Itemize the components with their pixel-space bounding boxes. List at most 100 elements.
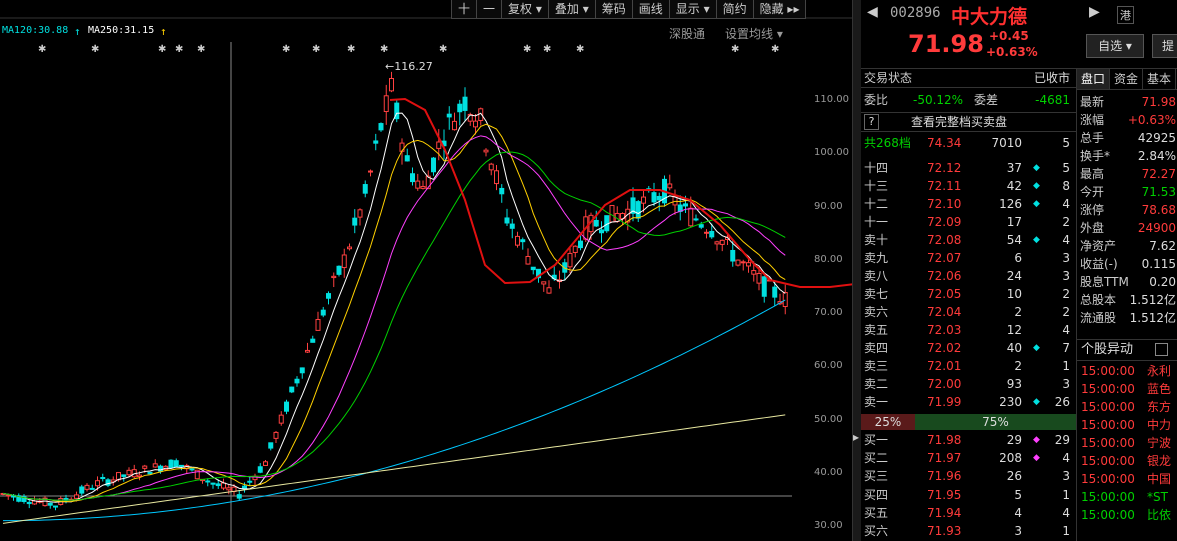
alert-time: 15:00:00 <box>1081 418 1135 432</box>
candle-body <box>714 241 720 245</box>
toolbar-crosshair-button[interactable]: 十 <box>451 0 478 19</box>
alert-row[interactable]: 15:00:00 银龙 <box>1077 452 1177 470</box>
ask-level-row[interactable]: 卖二 72.00 93 3 <box>861 375 1076 393</box>
tab-pankou[interactable]: 盘口 <box>1077 69 1111 89</box>
level-volume: 3 <box>1014 524 1022 538</box>
candle-body <box>268 442 274 449</box>
ask-level-row[interactable]: 卖五 72.03 12 4 <box>861 321 1076 339</box>
ask-level-row[interactable]: 卖四 72.02 40 ◆ 7 <box>861 339 1076 357</box>
candle-body <box>273 431 279 439</box>
bid-level-row[interactable]: 买一 71.98 29 ◆ 29 <box>861 431 1076 449</box>
candle-body <box>473 120 478 128</box>
candle-body <box>147 471 153 475</box>
bid-level-row[interactable]: 买五 71.94 4 4 <box>861 504 1076 522</box>
quote-label: 外盘 <box>1080 221 1105 235</box>
alert-row[interactable]: 15:00:00 永利 <box>1077 362 1177 380</box>
prev-stock-icon[interactable]: ◀ <box>867 4 878 20</box>
toolbar-chips-button[interactable]: 筹码 <box>594 0 633 19</box>
candle-body <box>751 270 757 275</box>
ask-level-row[interactable]: 卖三 72.01 2 1 <box>861 357 1076 375</box>
event-star-icon[interactable]: ✱ <box>158 44 166 55</box>
ask-level-row[interactable]: 卖一 71.99 230 ◆ 26 <box>861 393 1076 411</box>
quote-row: 股息TTM 0.20 <box>1077 273 1177 291</box>
alert-row[interactable]: 15:00:00 *ST <box>1077 488 1177 506</box>
kline-svg[interactable] <box>0 0 852 541</box>
candle-body <box>404 155 410 162</box>
event-star-icon[interactable]: ✱ <box>576 44 584 55</box>
wb-label: 委比 <box>864 93 889 107</box>
ask-level-row[interactable]: 十三 72.11 42 ◆ 8 <box>861 177 1076 195</box>
event-star-icon[interactable]: ✱ <box>439 44 447 55</box>
toolbar-adjust-button[interactable]: 复权 ▾ <box>501 0 549 19</box>
alerts-checkbox[interactable] <box>1155 343 1168 356</box>
ma-settings-button[interactable]: 设置均线 ▾ <box>725 25 783 42</box>
ask-level-row[interactable]: 卖六 72.04 2 2 <box>861 303 1076 321</box>
candle-body <box>452 120 457 131</box>
ask-level-row[interactable]: 卖七 72.05 10 2 <box>861 285 1076 303</box>
full-depth-row[interactable]: ? 查看完整档买卖盘 <box>861 112 1076 132</box>
ask-level-row[interactable]: 卖十 72.08 54 ◆ 4 <box>861 231 1076 249</box>
market-tag[interactable]: 港 <box>1117 6 1134 24</box>
level-label: 十一 <box>864 215 889 229</box>
event-star-icon[interactable]: ✱ <box>282 44 290 55</box>
event-star-icon[interactable]: ✱ <box>731 44 739 55</box>
next-stock-icon[interactable]: ▶ <box>1089 4 1100 20</box>
alert-time: 15:00:00 <box>1081 454 1135 468</box>
event-star-icon[interactable]: ✱ <box>38 44 46 55</box>
alert-text: 东方 <box>1147 400 1172 414</box>
tab-basic[interactable]: 基本 <box>1143 69 1177 89</box>
toolbar-hide-button[interactable]: 隐藏 ▸▸ <box>752 0 807 19</box>
extra-button[interactable]: 提 <box>1152 34 1177 58</box>
level-price: 72.05 <box>927 287 962 301</box>
bid-level-row[interactable]: 买六 71.93 3 1 <box>861 522 1076 540</box>
alert-row[interactable]: 15:00:00 比依 <box>1077 506 1177 524</box>
quote-label: 股息TTM <box>1080 275 1129 289</box>
watchlist-button[interactable]: 自选 ▾ <box>1086 34 1144 58</box>
ask-level-row[interactable]: 卖八 72.06 24 3 <box>861 267 1076 285</box>
alert-row[interactable]: 15:00:00 东方 <box>1077 398 1177 416</box>
candle-body <box>357 209 363 218</box>
event-star-icon[interactable]: ✱ <box>312 44 320 55</box>
level-price: 72.01 <box>927 359 962 373</box>
ask-level-row[interactable]: 十四 72.12 37 ◆ 5 <box>861 159 1076 177</box>
alert-row[interactable]: 15:00:00 中力 <box>1077 416 1177 434</box>
toolbar-display-button[interactable]: 显示 ▾ <box>668 0 717 19</box>
event-star-icon[interactable]: ✱ <box>175 44 183 55</box>
toolbar-minus-button[interactable]: 一 <box>476 0 503 19</box>
candle-body <box>179 464 184 467</box>
event-star-icon[interactable]: ✱ <box>543 44 551 55</box>
ask-level-row[interactable]: 卖九 72.07 6 3 <box>861 249 1076 267</box>
candle-body <box>431 157 436 173</box>
bid-level-row[interactable]: 买二 71.97 208 ◆ 4 <box>861 449 1076 467</box>
kline-chart[interactable]: MA120:30.88 MA250:31.15 ↑ ↑ 十 一 复权 ▾ 叠加 … <box>0 0 852 541</box>
event-star-icon[interactable]: ✱ <box>380 44 388 55</box>
level-label: 买六 <box>864 524 889 538</box>
level-count: 8 <box>1062 179 1070 193</box>
trade-status-label: 交易状态 <box>864 71 913 85</box>
bid-level-row[interactable]: 买三 71.96 26 3 <box>861 467 1076 485</box>
quote-label: 换手* <box>1080 149 1111 163</box>
bid-level-row[interactable]: 买四 71.95 5 1 <box>861 486 1076 504</box>
event-star-icon[interactable]: ✱ <box>347 44 355 55</box>
full-depth-link[interactable]: 查看完整档买卖盘 <box>911 113 1007 131</box>
event-star-icon[interactable]: ✱ <box>523 44 531 55</box>
toolbar-simple-button[interactable]: 简约 <box>715 0 754 19</box>
toolbar-overlay-button[interactable]: 叠加 ▾ <box>547 0 596 19</box>
help-icon[interactable]: ? <box>864 114 879 130</box>
event-star-icon[interactable]: ✱ <box>91 44 99 55</box>
alert-text: 比依 <box>1147 508 1172 522</box>
ask-level-row[interactable]: 十一 72.09 17 2 <box>861 213 1076 231</box>
connect-label[interactable]: 深股通 <box>669 25 705 42</box>
alert-row[interactable]: 15:00:00 中国 <box>1077 470 1177 488</box>
collapse-arrow-icon[interactable]: ▸ <box>852 430 860 444</box>
event-star-icon[interactable]: ✱ <box>197 44 205 55</box>
level-price: 72.08 <box>927 233 962 247</box>
alert-row[interactable]: 15:00:00 蓝色 <box>1077 380 1177 398</box>
alert-row[interactable]: 15:00:00 宁波 <box>1077 434 1177 452</box>
ask-level-row[interactable]: 十二 72.10 126 ◆ 4 <box>861 195 1076 213</box>
quote-row: 涨停 78.68 <box>1077 201 1177 219</box>
event-star-icon[interactable]: ✱ <box>771 44 779 55</box>
toolbar-draw-button[interactable]: 画线 <box>631 0 670 19</box>
tab-funds[interactable]: 资金 <box>1110 69 1144 89</box>
candle-body <box>331 275 337 279</box>
